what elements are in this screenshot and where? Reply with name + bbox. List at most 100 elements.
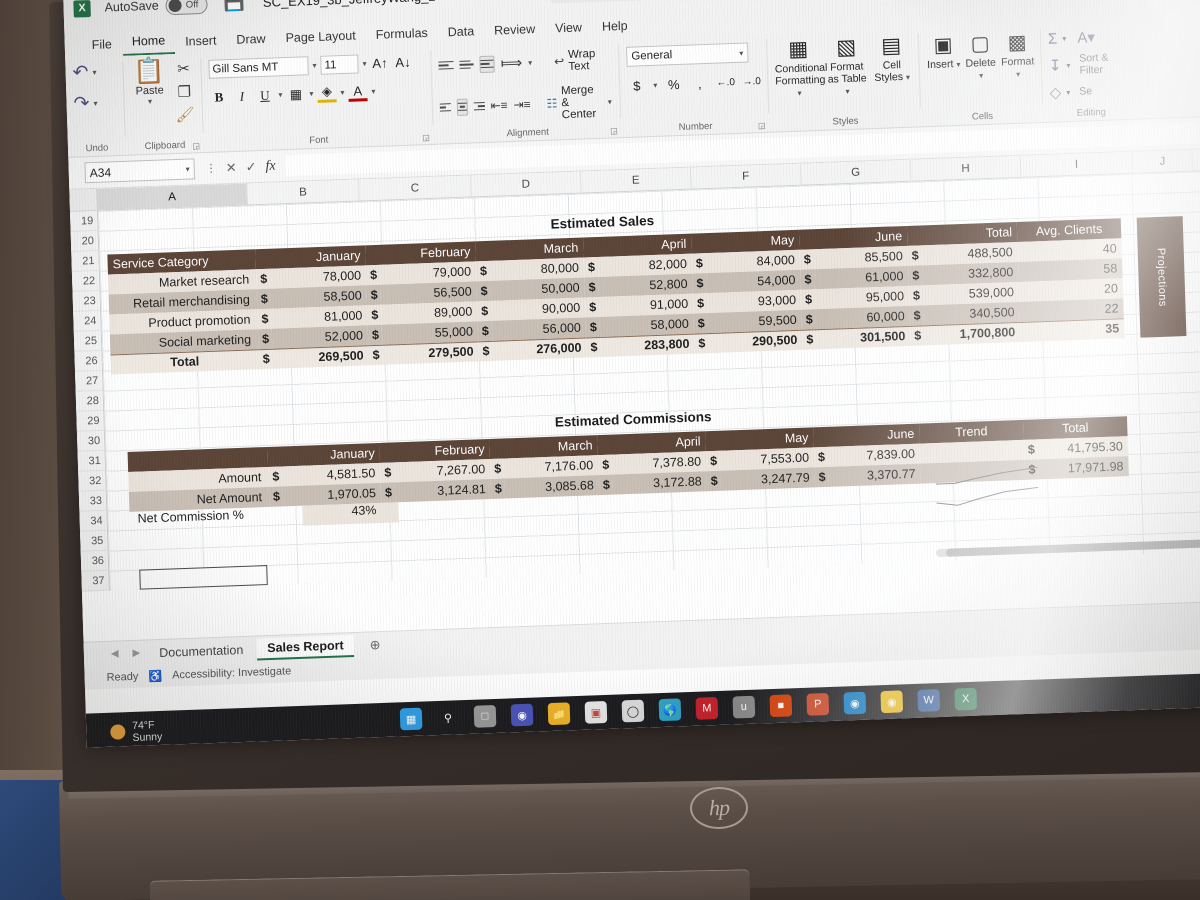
column-header-k[interactable]: K xyxy=(1192,147,1200,171)
eraser-icon[interactable]: ◇ xyxy=(1049,83,1061,101)
office-icon[interactable]: ■ xyxy=(769,694,793,718)
align-left-icon[interactable] xyxy=(439,99,451,116)
sort-filter-label[interactable]: Sort & Filter xyxy=(1079,51,1131,77)
sheet-tab-documentation[interactable]: Documentation xyxy=(149,639,254,663)
row-header[interactable]: 35 xyxy=(80,530,108,552)
cancel-icon[interactable]: ✕ xyxy=(225,159,236,175)
fill-color-dropdown-icon[interactable]: ▾ xyxy=(340,88,344,97)
select-all-corner[interactable] xyxy=(69,188,98,211)
row-header[interactable]: 36 xyxy=(80,550,109,572)
align-top-icon[interactable] xyxy=(438,57,454,75)
font-name-dropdown-icon[interactable]: ▾ xyxy=(312,61,316,70)
cell-march[interactable]: 276,000 xyxy=(492,337,587,361)
fill-color-icon[interactable]: ◈ xyxy=(317,83,337,103)
add-sheet-icon[interactable]: ⊕ xyxy=(369,637,380,653)
increase-indent-icon[interactable]: ⇥≡ xyxy=(513,97,530,112)
word-icon[interactable]: W xyxy=(917,689,941,712)
wrap-text-icon[interactable]: ↩ xyxy=(554,54,564,68)
column-header-b[interactable]: B xyxy=(247,179,360,205)
align-bottom-icon[interactable] xyxy=(479,55,495,73)
undo-arrow-icon[interactable]: ↶ xyxy=(72,61,89,85)
row-header[interactable]: 27 xyxy=(75,370,103,392)
font-dialog-launcher[interactable]: ◲ xyxy=(422,133,430,142)
tab-help[interactable]: Help xyxy=(593,15,637,39)
nav-next-icon[interactable]: ▶ xyxy=(127,647,145,659)
row-header[interactable]: 22 xyxy=(71,270,100,292)
font-color-icon[interactable]: A xyxy=(348,82,368,102)
cell-total[interactable]: 1,700,800 xyxy=(923,321,1021,346)
row-header[interactable]: 23 xyxy=(72,290,101,312)
tab-review[interactable]: Review xyxy=(485,19,545,43)
row-header[interactable]: 30 xyxy=(76,430,105,452)
weather-widget[interactable]: 74°F Sunny xyxy=(110,719,163,745)
selected-cell-a34[interactable] xyxy=(139,565,268,590)
merge-center-dropdown-icon[interactable]: ▾ xyxy=(608,97,612,106)
row-header[interactable]: 34 xyxy=(79,510,108,532)
scissors-icon[interactable]: ✂ xyxy=(174,59,194,78)
grow-font-icon[interactable]: A↑ xyxy=(370,53,390,73)
accessibility-text[interactable]: Accessibility: Investigate xyxy=(172,665,292,681)
edge-icon[interactable]: ◉ xyxy=(843,691,867,715)
chrome-icon[interactable]: ◉ xyxy=(880,690,904,714)
underline-button[interactable]: U xyxy=(255,85,275,105)
search-icon[interactable]: ⚲ xyxy=(437,706,460,729)
conditional-formatting-button[interactable]: ▦ Conditional Formatting ▾ xyxy=(774,37,828,100)
tab-insert[interactable]: Insert xyxy=(176,30,226,54)
cell-june[interactable]: 3,370.77 xyxy=(828,463,921,487)
comma-icon[interactable]: , xyxy=(690,74,710,94)
row-header[interactable]: 20 xyxy=(70,230,99,252)
number-format-select[interactable]: General ▾ xyxy=(626,42,749,67)
save-icon[interactable]: 💾 xyxy=(223,0,245,13)
decrease-indent-icon[interactable]: ⇤≡ xyxy=(490,98,507,113)
column-header-e[interactable]: E xyxy=(580,167,692,193)
orientation-dropdown-icon[interactable]: ▾ xyxy=(528,58,532,67)
format-cells-button[interactable]: ▩ Format ▾ xyxy=(1000,29,1036,80)
nav-prev-icon[interactable]: ◀ xyxy=(106,648,124,660)
paste-dropdown-icon[interactable]: ▾ xyxy=(133,96,167,106)
column-header-i[interactable]: I xyxy=(1020,151,1134,177)
redo-dropdown-icon[interactable]: ▾ xyxy=(93,99,97,108)
cell-march[interactable]: 3,085.68 xyxy=(504,475,600,499)
excel-icon[interactable]: X xyxy=(954,687,978,711)
increase-decimal-icon[interactable]: ←.0 xyxy=(716,73,736,93)
column-header-g[interactable]: G xyxy=(800,159,912,185)
font-size-dropdown-icon[interactable]: ▾ xyxy=(362,59,366,68)
orientation-icon[interactable]: ⟾ xyxy=(500,54,522,73)
globe-icon[interactable]: 🌎 xyxy=(658,698,682,722)
sheet-area[interactable]: Estimated Sales Service Category January… xyxy=(97,168,1200,591)
sheet-tab-sales-report[interactable]: Sales Report xyxy=(256,634,354,660)
underline-dropdown-icon[interactable]: ▾ xyxy=(278,90,282,99)
row-header[interactable]: 28 xyxy=(75,390,104,412)
confirm-icon[interactable]: ✓ xyxy=(245,159,256,175)
shrink-font-icon[interactable]: A↓ xyxy=(393,53,413,73)
row-header[interactable]: 31 xyxy=(77,450,106,472)
clipboard-icon[interactable]: 📋 xyxy=(133,56,165,85)
cell-avg-clients[interactable]: 35 xyxy=(1019,318,1125,342)
net-commission-value[interactable]: 43% xyxy=(302,502,399,526)
clipboard-dialog-launcher[interactable]: ◲ xyxy=(192,141,200,150)
percent-icon[interactable]: % xyxy=(664,75,684,95)
align-center-icon[interactable] xyxy=(456,98,469,116)
bold-button[interactable]: B xyxy=(209,87,229,107)
fx-icon[interactable]: fx xyxy=(265,158,276,174)
autosave-toggle[interactable]: Off xyxy=(165,0,209,15)
decrease-decimal-icon[interactable]: →.0 xyxy=(742,72,762,92)
row-header[interactable]: 26 xyxy=(74,350,102,372)
tab-page-layout[interactable]: Page Layout xyxy=(276,25,365,50)
row-header[interactable]: 32 xyxy=(78,470,106,492)
name-box[interactable]: A34 ▾ xyxy=(84,158,196,184)
column-header-f[interactable]: F xyxy=(690,163,802,189)
autosum-dropdown-icon[interactable]: ▾ xyxy=(1062,34,1066,43)
tab-view[interactable]: View xyxy=(546,17,592,41)
find-select-label[interactable]: Se xyxy=(1079,85,1092,97)
fill-dropdown-icon[interactable]: ▾ xyxy=(1066,60,1070,69)
file-explorer-icon[interactable]: 📁 xyxy=(547,702,571,726)
windows-start-icon[interactable]: ▦ xyxy=(399,707,423,731)
align-right-icon[interactable] xyxy=(473,97,485,114)
redo-arrow-icon[interactable]: ↷ xyxy=(73,92,90,116)
mcafee-icon[interactable]: M xyxy=(695,697,719,720)
row-header[interactable]: 29 xyxy=(76,410,104,432)
row-header[interactable]: 25 xyxy=(73,330,102,352)
font-size-input[interactable]: 11 xyxy=(320,54,359,75)
merge-cells-icon[interactable]: ☷ xyxy=(546,96,557,110)
